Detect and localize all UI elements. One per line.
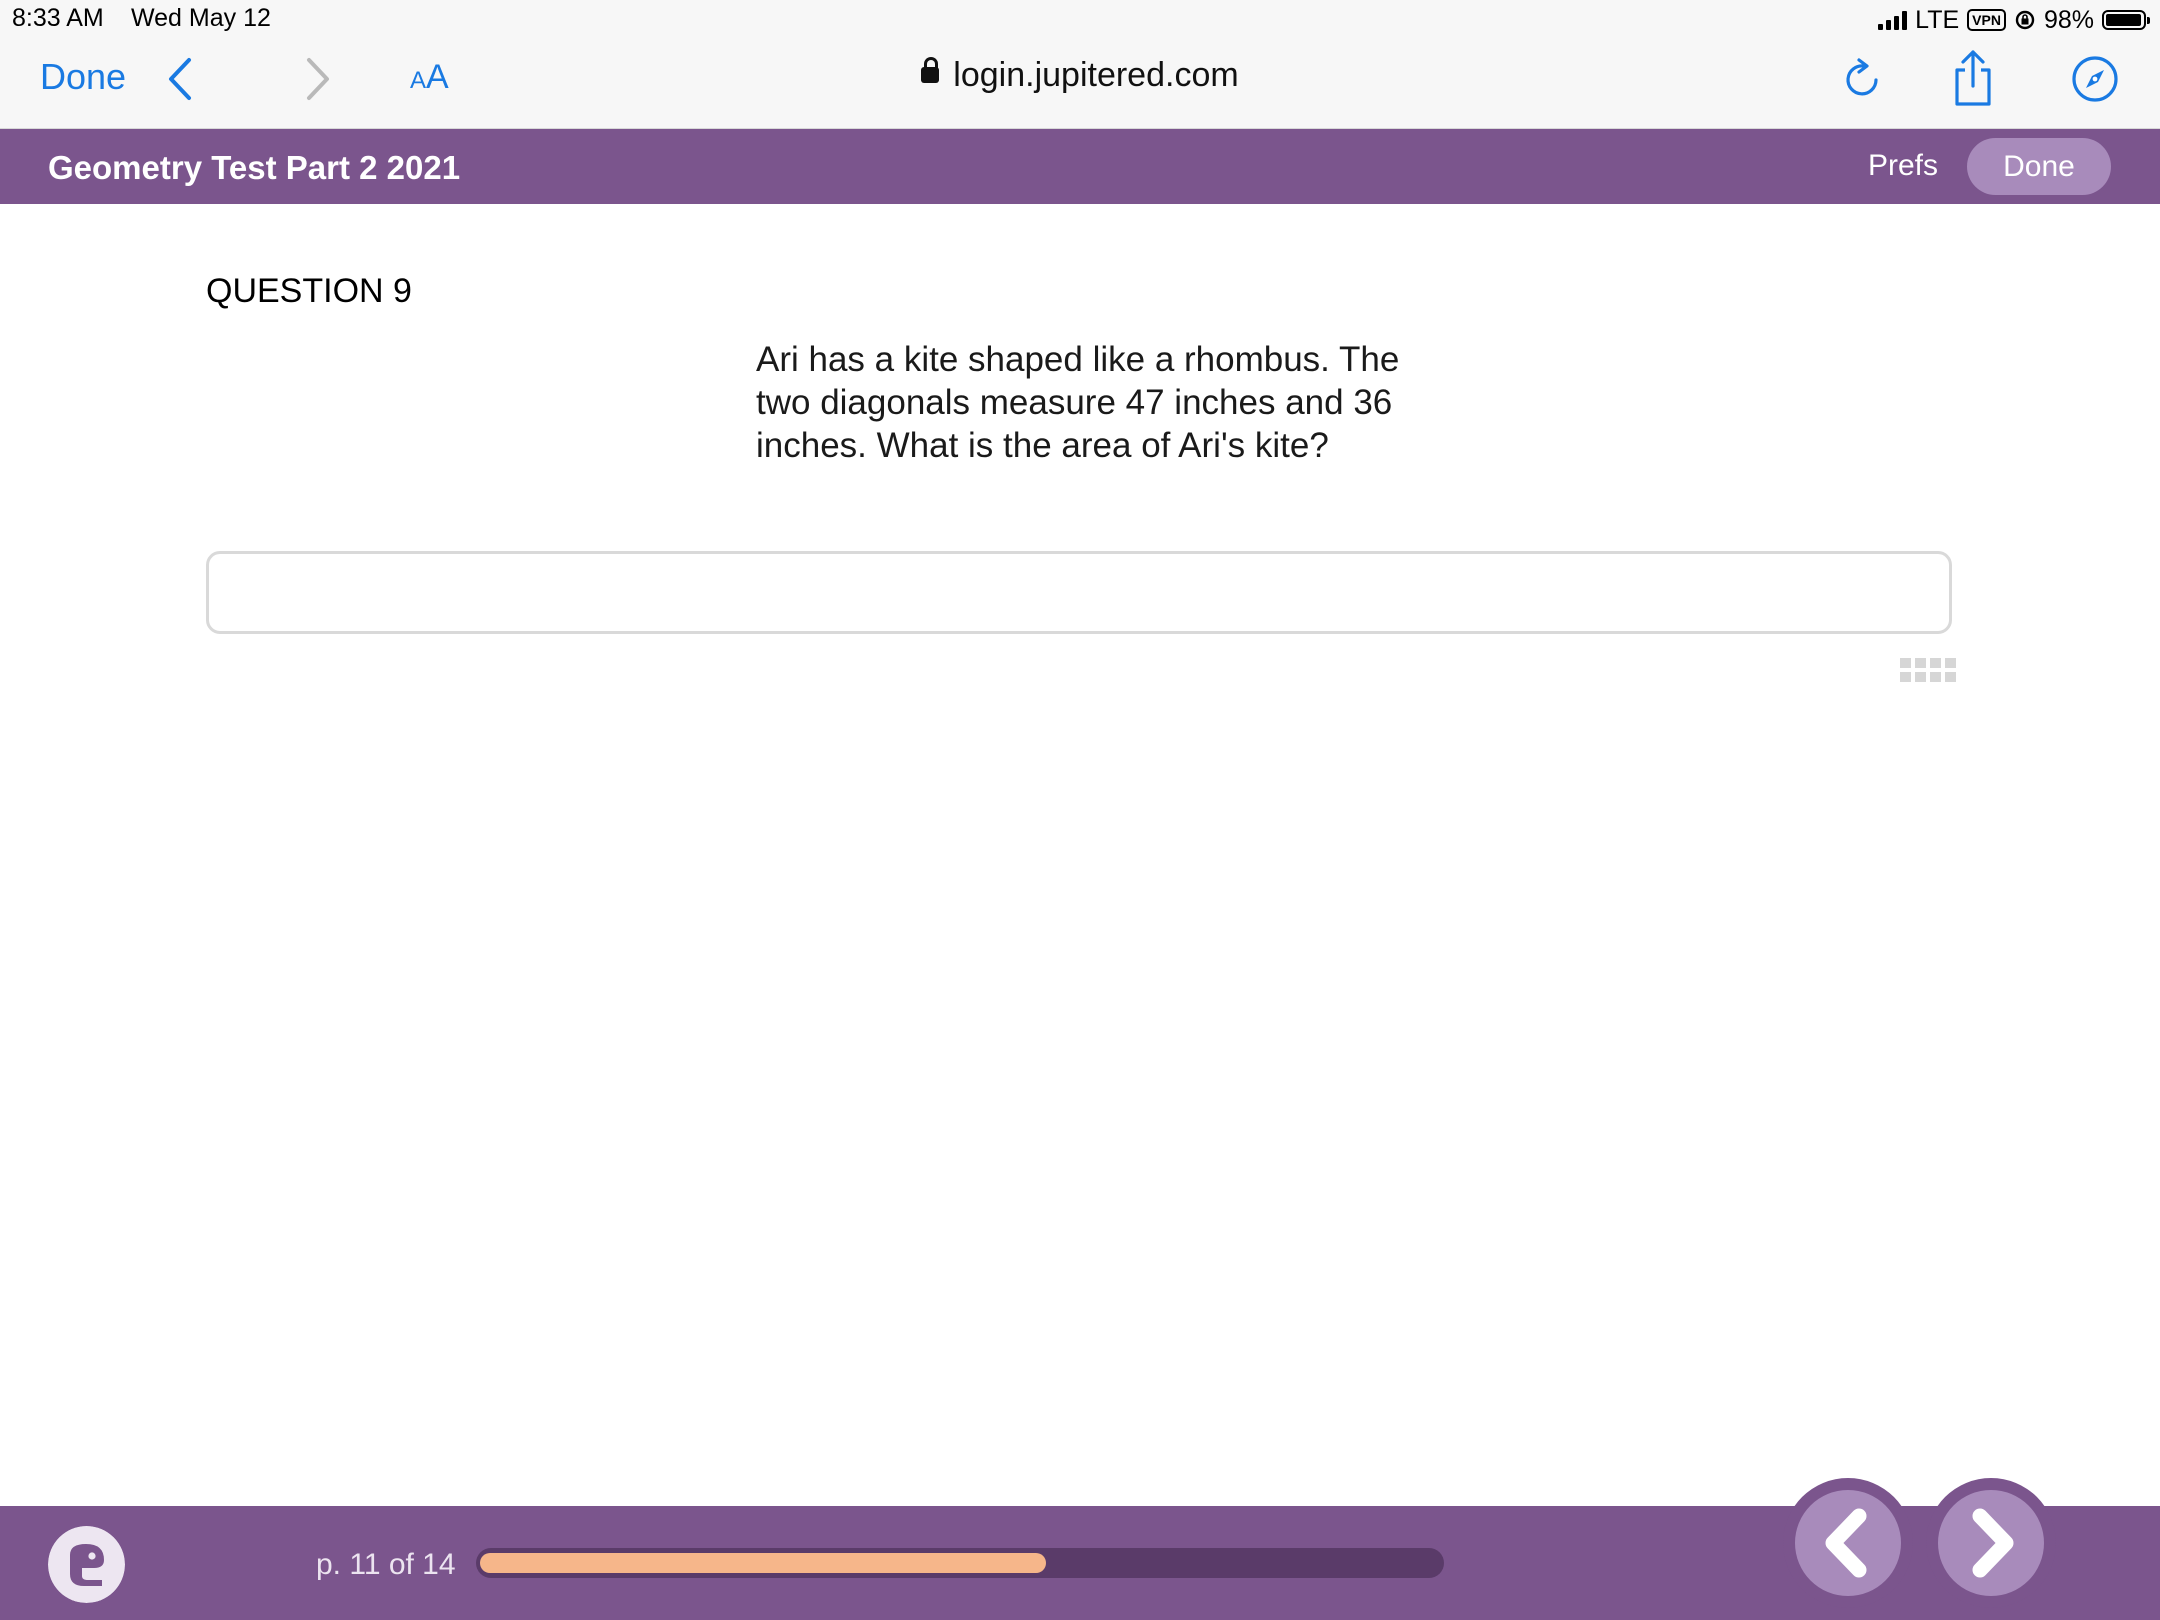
status-bar: 8:33 AM Wed May 12 LTE VPN 98% [0, 0, 2160, 40]
battery-icon [2102, 10, 2150, 30]
question-number: QUESTION 9 [206, 272, 412, 310]
test-title: Geometry Test Part 2 2021 [48, 149, 461, 186]
progress-bar [476, 1548, 1444, 1578]
question-line: two diagonals measure 47 inches and 36 [756, 383, 1393, 422]
question-line: inches. What is the area of Ari's kite? [756, 426, 1329, 465]
url-text: login.jupitered.com [953, 56, 1239, 94]
chevron-right-icon [1972, 1508, 2014, 1578]
previous-question-button[interactable] [1783, 1478, 1913, 1608]
orientation-lock-icon [2015, 10, 2035, 30]
share-icon[interactable] [1950, 48, 1996, 108]
status-time: 8:33 AM [12, 4, 104, 32]
battery-percent: 98% [2043, 5, 2094, 34]
vpn-badge: VPN [1967, 9, 2006, 31]
test-done-button[interactable]: Done [1967, 138, 2111, 195]
chevron-left-icon [1825, 1508, 1867, 1578]
status-indicators: LTE VPN 98% [1878, 4, 2150, 36]
question-text: Ari has a kite shaped like a rhombus. Th… [756, 338, 1476, 467]
answer-input[interactable] [206, 551, 1952, 634]
page-indicator: p. 11 of 14 [316, 1548, 456, 1581]
prefs-button[interactable]: Prefs [1868, 149, 1938, 183]
browser-toolbar: Done AA login.jupitered.com [0, 40, 2160, 129]
compass-icon[interactable] [2070, 54, 2120, 104]
address-bar[interactable]: login.jupitered.com [0, 56, 2160, 95]
app-header: Geometry Test Part 2 2021 Prefs Done [0, 129, 2160, 204]
status-date: Wed May 12 [131, 4, 271, 32]
keypad-icon[interactable] [1900, 658, 1956, 684]
cell-signal-icon [1878, 10, 1908, 30]
progress-fill [480, 1553, 1046, 1573]
next-question-button[interactable] [1926, 1478, 2056, 1608]
lock-icon [921, 57, 940, 84]
question-line: Ari has a kite shaped like a rhombus. Th… [756, 340, 1400, 379]
reload-icon[interactable] [1840, 56, 1886, 102]
jupiter-logo-icon[interactable] [48, 1526, 125, 1603]
network-type: LTE [1915, 5, 1960, 34]
